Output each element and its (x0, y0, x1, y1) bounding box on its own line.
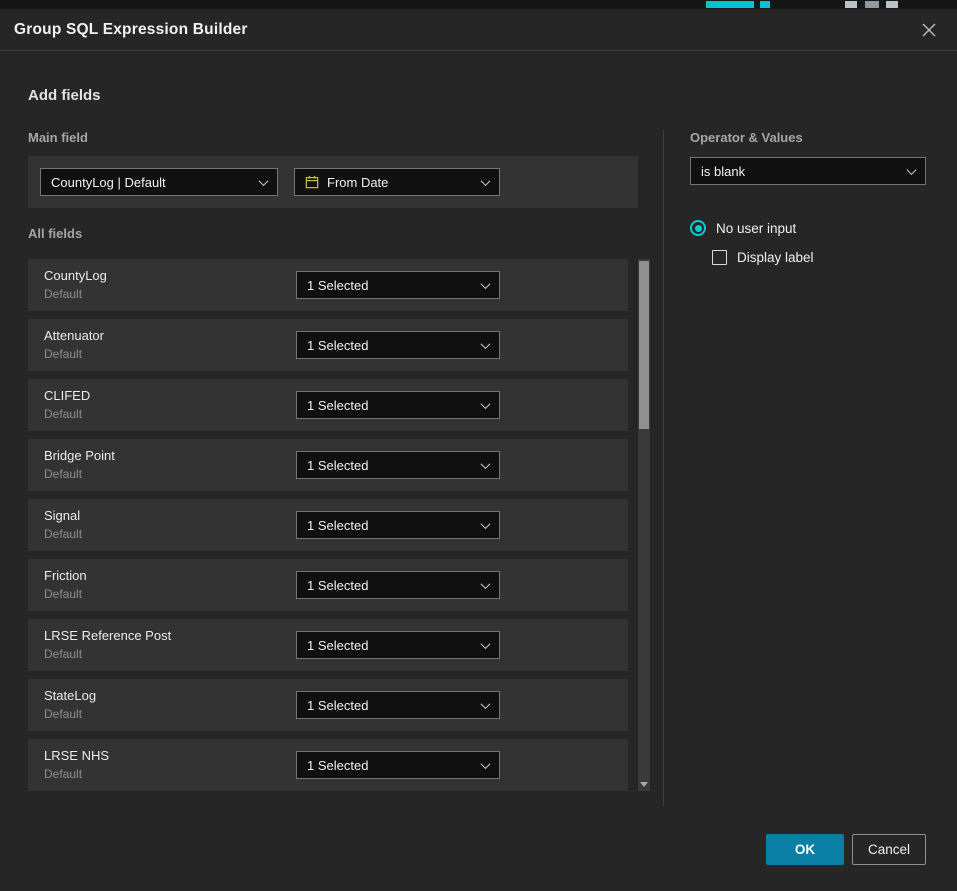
all-fields-list: CountyLog Default 1 Selected Attenuator … (28, 259, 628, 791)
dialog-header: Group SQL Expression Builder (0, 9, 957, 51)
radio-label: No user input (716, 221, 796, 236)
radio-selected-icon (690, 220, 706, 236)
add-fields-heading: Add fields (28, 87, 926, 104)
close-icon[interactable] (915, 16, 943, 44)
chevron-down-icon (481, 519, 491, 529)
field-selection-value: 1 Selected (307, 518, 368, 533)
field-selection-dropdown[interactable]: 1 Selected (296, 271, 500, 299)
background-fragment-icon (886, 1, 898, 8)
chevron-down-icon (481, 459, 491, 469)
field-selection-dropdown[interactable]: 1 Selected (296, 511, 500, 539)
field-selection-dropdown[interactable]: 1 Selected (296, 451, 500, 479)
layer-select[interactable]: CountyLog | Default (40, 168, 278, 196)
chevron-down-icon (259, 176, 269, 186)
fields-column: Main field CountyLog | Default (28, 130, 650, 791)
field-selection-value: 1 Selected (307, 398, 368, 413)
all-fields-label: All fields (28, 226, 650, 241)
dialog-body: Add fields Main field CountyLog | Defaul… (0, 51, 957, 891)
field-row: StateLog Default 1 Selected (28, 679, 628, 731)
field-row: LRSE NHS Default 1 Selected (28, 739, 628, 791)
chevron-down-icon (481, 176, 491, 186)
field-selection-dropdown[interactable]: 1 Selected (296, 391, 500, 419)
calendar-icon (305, 175, 319, 189)
dialog-title: Group SQL Expression Builder (14, 21, 248, 39)
scrollbar-thumb[interactable] (639, 261, 649, 429)
layer-select-value: CountyLog | Default (51, 175, 166, 190)
field-selection-dropdown[interactable]: 1 Selected (296, 571, 500, 599)
background-fragment (706, 1, 754, 8)
main-field-select-value: From Date (327, 175, 388, 190)
main-field-label: Main field (28, 130, 650, 145)
operator-values-label: Operator & Values (690, 130, 926, 145)
no-user-input-radio[interactable]: No user input (690, 220, 926, 236)
cancel-button[interactable]: Cancel (852, 834, 926, 865)
chevron-down-icon (481, 759, 491, 769)
field-selection-value: 1 Selected (307, 638, 368, 653)
checkbox-icon (712, 250, 727, 265)
field-selection-dropdown[interactable]: 1 Selected (296, 751, 500, 779)
field-selection-dropdown[interactable]: 1 Selected (296, 631, 500, 659)
group-sql-expression-builder-dialog: Group SQL Expression Builder Add fields … (0, 9, 957, 891)
field-selection-value: 1 Selected (307, 458, 368, 473)
operator-values-column: Operator & Values is blank No user input… (690, 130, 926, 265)
field-row: LRSE Reference Post Default 1 Selected (28, 619, 628, 671)
field-row: Friction Default 1 Selected (28, 559, 628, 611)
field-row: Bridge Point Default 1 Selected (28, 439, 628, 491)
chevron-down-icon (481, 639, 491, 649)
background-fragment-icon (865, 1, 879, 8)
chevron-down-icon (481, 339, 491, 349)
field-selection-dropdown[interactable]: 1 Selected (296, 691, 500, 719)
operator-select[interactable]: is blank (690, 157, 926, 185)
background-fragment (760, 1, 770, 8)
operator-select-value: is blank (701, 164, 745, 179)
field-row: Attenuator Default 1 Selected (28, 319, 628, 371)
chevron-down-icon (481, 399, 491, 409)
field-row: CLIFED Default 1 Selected (28, 379, 628, 431)
chevron-down-icon (907, 165, 917, 175)
field-selection-value: 1 Selected (307, 278, 368, 293)
main-field-select[interactable]: From Date (294, 168, 500, 196)
checkbox-label: Display label (737, 250, 814, 265)
chevron-down-icon (481, 279, 491, 289)
chevron-down-icon (481, 579, 491, 589)
field-selection-value: 1 Selected (307, 758, 368, 773)
field-selection-dropdown[interactable]: 1 Selected (296, 331, 500, 359)
display-label-checkbox[interactable]: Display label (712, 250, 926, 265)
field-selection-value: 1 Selected (307, 578, 368, 593)
background-window-fragment (0, 0, 957, 9)
field-row: Signal Default 1 Selected (28, 499, 628, 551)
chevron-down-icon (481, 699, 491, 709)
ok-button[interactable]: OK (766, 834, 844, 865)
field-row: CountyLog Default 1 Selected (28, 259, 628, 311)
column-divider (663, 130, 664, 806)
main-field-row: CountyLog | Default From Date (28, 156, 638, 208)
dialog-footer: OK Cancel (766, 834, 926, 865)
field-selection-value: 1 Selected (307, 698, 368, 713)
scrollbar[interactable] (638, 259, 650, 791)
scroll-down-arrow-icon[interactable] (640, 782, 648, 787)
field-selection-value: 1 Selected (307, 338, 368, 353)
background-fragment-icon (845, 1, 857, 8)
